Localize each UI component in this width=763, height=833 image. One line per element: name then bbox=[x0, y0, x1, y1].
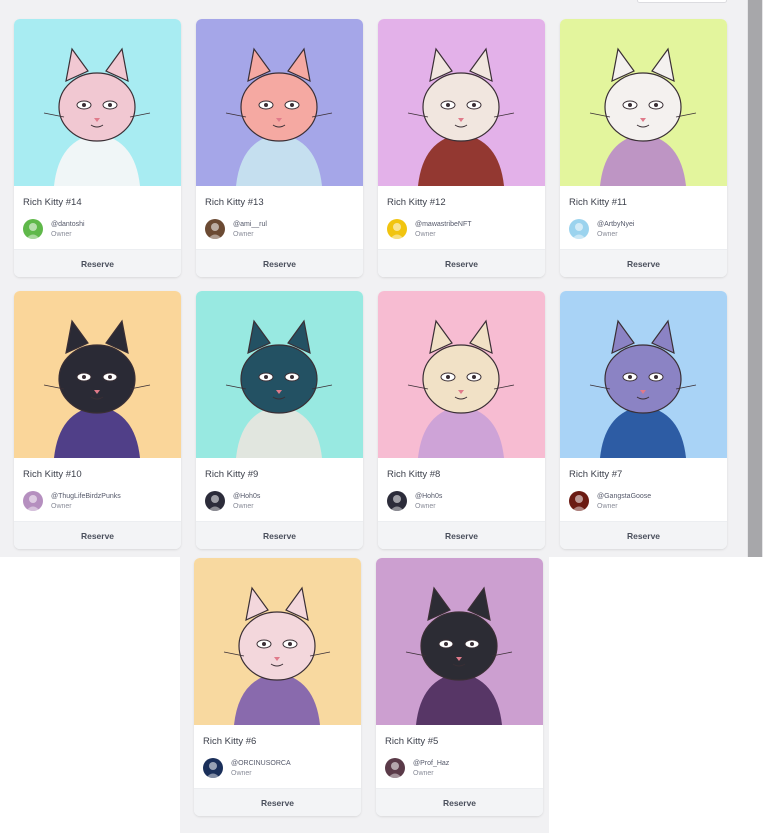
owner-handle[interactable]: @GangstaGoose bbox=[597, 493, 651, 500]
nft-title[interactable]: Rich Kitty #13 bbox=[205, 197, 264, 208]
nft-card[interactable]: Rich Kitty #11 @ArtbyNyei Owner Reserve bbox=[560, 19, 727, 277]
owner-role-label: Owner bbox=[413, 770, 434, 777]
nft-card[interactable]: Rich Kitty #6 @ORCINUSORCA Owner Reserve bbox=[194, 558, 361, 816]
nft-card[interactable]: Rich Kitty #12 @mawastribeNFT Owner Reserve bbox=[378, 19, 545, 277]
owner-role-label: Owner bbox=[415, 503, 436, 510]
reserve-button[interactable]: Reserve bbox=[196, 521, 363, 549]
owner-avatar[interactable] bbox=[23, 491, 43, 511]
owner-avatar[interactable] bbox=[387, 219, 407, 239]
owner-role-label: Owner bbox=[597, 503, 618, 510]
owner-handle[interactable]: @ThugLifeBirdzPunks bbox=[51, 493, 121, 500]
owner-avatar[interactable] bbox=[205, 219, 225, 239]
owner-info[interactable]: @ArtbyNyei Owner bbox=[569, 219, 719, 241]
owner-info[interactable]: @Hoh0s Owner bbox=[205, 491, 355, 513]
nft-title[interactable]: Rich Kitty #11 bbox=[569, 197, 627, 208]
nft-card[interactable]: Rich Kitty #14 @dantoshi Owner Reserve bbox=[14, 19, 181, 277]
nft-artwork-image[interactable] bbox=[196, 19, 363, 186]
owner-avatar[interactable] bbox=[569, 219, 589, 239]
reserve-button[interactable]: Reserve bbox=[14, 521, 181, 549]
owner-avatar[interactable] bbox=[23, 219, 43, 239]
owner-info[interactable]: @dantoshi Owner bbox=[23, 219, 173, 241]
owner-avatar[interactable] bbox=[205, 491, 225, 511]
reserve-button[interactable]: Reserve bbox=[194, 788, 361, 816]
nft-title[interactable]: Rich Kitty #10 bbox=[23, 469, 82, 480]
owner-info[interactable]: @mawastribeNFT Owner bbox=[387, 219, 537, 241]
owner-handle[interactable]: @dantoshi bbox=[51, 221, 85, 228]
nft-artwork-image[interactable] bbox=[194, 558, 361, 725]
owner-role-label: Owner bbox=[231, 770, 252, 777]
owner-info[interactable]: @GangstaGoose Owner bbox=[569, 491, 719, 513]
owner-avatar[interactable] bbox=[569, 491, 589, 511]
nft-title[interactable]: Rich Kitty #7 bbox=[569, 469, 622, 480]
owner-handle[interactable]: @ami__rul bbox=[233, 221, 267, 228]
nft-card[interactable]: Rich Kitty #5 @Prof_Haz Owner Reserve bbox=[376, 558, 543, 816]
owner-role-label: Owner bbox=[233, 231, 254, 238]
nft-title[interactable]: Rich Kitty #5 bbox=[385, 736, 438, 747]
nft-artwork-image[interactable] bbox=[196, 291, 363, 458]
owner-info[interactable]: @ami__rul Owner bbox=[205, 219, 355, 241]
owner-info[interactable]: @ThugLifeBirdzPunks Owner bbox=[23, 491, 173, 513]
owner-info[interactable]: @Hoh0s Owner bbox=[387, 491, 537, 513]
owner-role-label: Owner bbox=[415, 231, 436, 238]
reserve-button[interactable]: Reserve bbox=[560, 249, 727, 277]
nft-card[interactable]: Rich Kitty #10 @ThugLifeBirdzPunks Owner Re… bbox=[14, 291, 181, 549]
reserve-button[interactable]: Reserve bbox=[378, 249, 545, 277]
top-control-edge[interactable] bbox=[637, 0, 727, 3]
owner-handle[interactable]: @ArtbyNyei bbox=[597, 221, 634, 228]
nft-card[interactable]: Rich Kitty #7 @GangstaGoose Owner Reserve bbox=[560, 291, 727, 549]
scrollbar-thumb[interactable] bbox=[748, 0, 762, 557]
nft-artwork-image[interactable] bbox=[14, 291, 181, 458]
nft-title[interactable]: Rich Kitty #8 bbox=[387, 469, 440, 480]
owner-role-label: Owner bbox=[233, 503, 254, 510]
owner-info[interactable]: @Prof_Haz Owner bbox=[385, 758, 535, 780]
nft-artwork-image[interactable] bbox=[14, 19, 181, 186]
reserve-button[interactable]: Reserve bbox=[560, 521, 727, 549]
reserve-button[interactable]: Reserve bbox=[378, 521, 545, 549]
nft-title[interactable]: Rich Kitty #6 bbox=[203, 736, 256, 747]
nft-artwork-image[interactable] bbox=[560, 19, 727, 186]
reserve-button[interactable]: Reserve bbox=[376, 788, 543, 816]
reserve-button[interactable]: Reserve bbox=[14, 249, 181, 277]
nft-artwork-image[interactable] bbox=[378, 19, 545, 186]
owner-avatar[interactable] bbox=[203, 758, 223, 778]
nft-artwork-image[interactable] bbox=[560, 291, 727, 458]
nft-card[interactable]: Rich Kitty #9 @Hoh0s Owner Reserve bbox=[196, 291, 363, 549]
owner-handle[interactable]: @Hoh0s bbox=[233, 493, 260, 500]
owner-info[interactable]: @ORCINUSORCA Owner bbox=[203, 758, 353, 780]
owner-avatar[interactable] bbox=[385, 758, 405, 778]
nft-title[interactable]: Rich Kitty #9 bbox=[205, 469, 258, 480]
owner-handle[interactable]: @mawastribeNFT bbox=[415, 221, 472, 228]
nft-title[interactable]: Rich Kitty #12 bbox=[387, 197, 446, 208]
nft-artwork-image[interactable] bbox=[378, 291, 545, 458]
nft-card[interactable]: Rich Kitty #13 @ami__rul Owner Reserve bbox=[196, 19, 363, 277]
reserve-button[interactable]: Reserve bbox=[196, 249, 363, 277]
nft-artwork-image[interactable] bbox=[376, 558, 543, 725]
nft-card[interactable]: Rich Kitty #8 @Hoh0s Owner Reserve bbox=[378, 291, 545, 549]
owner-avatar[interactable] bbox=[387, 491, 407, 511]
owner-handle[interactable]: @ORCINUSORCA bbox=[231, 760, 291, 767]
nft-title[interactable]: Rich Kitty #14 bbox=[23, 197, 82, 208]
owner-handle[interactable]: @Prof_Haz bbox=[413, 760, 449, 767]
owner-role-label: Owner bbox=[51, 503, 72, 510]
owner-role-label: Owner bbox=[597, 231, 618, 238]
owner-role-label: Owner bbox=[51, 231, 72, 238]
owner-handle[interactable]: @Hoh0s bbox=[415, 493, 442, 500]
